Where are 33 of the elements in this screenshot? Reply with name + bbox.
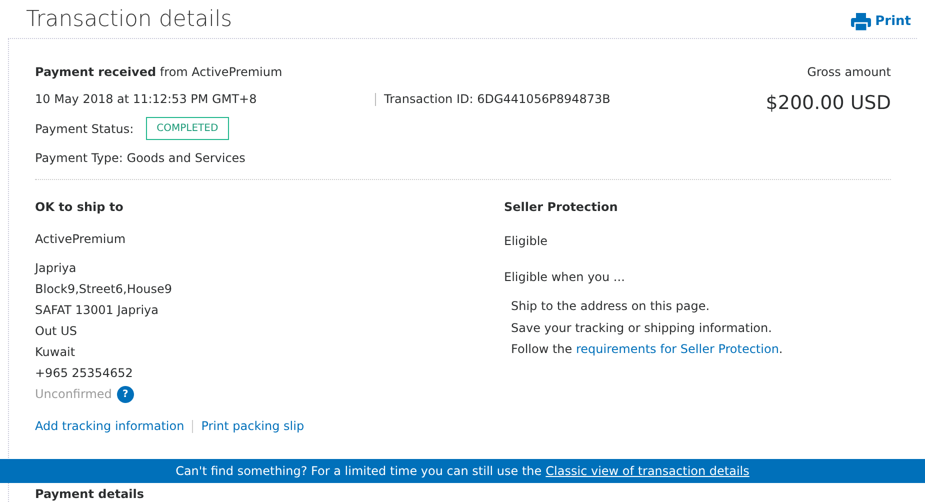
payment-headline: Payment received from ActivePremium xyxy=(35,64,284,81)
eligibility-condition: Follow the requirements for Seller Protection. xyxy=(511,341,784,358)
address-line: Block9,Street6,House9 xyxy=(35,281,174,298)
address-line: +965 25354652 xyxy=(35,365,134,382)
page-title: Transaction details xyxy=(26,6,232,34)
ship-to-heading: OK to ship to xyxy=(35,199,124,216)
classic-view-link[interactable]: Classic view of transaction details xyxy=(546,462,750,480)
address-line: Out US xyxy=(35,323,78,340)
print-button[interactable]: Print xyxy=(851,12,911,32)
section-heading: Payment details xyxy=(35,487,144,501)
eligibility-intro: Eligible when you ... xyxy=(504,269,626,286)
address-line: Kuwait xyxy=(35,344,76,361)
payment-date: 10 May 2018 at 11:12:53 PM GMT+8 xyxy=(35,91,258,108)
payment-type: Payment Type: Goods and Services xyxy=(35,150,246,167)
banner-text: Can't find something? For a limited time you can still use the xyxy=(176,463,542,480)
seller-protection-status: Eligible xyxy=(504,233,549,250)
transaction-id: Transaction ID: 6DG441056P894873B xyxy=(384,91,610,108)
seller-protection-heading: Seller Protection xyxy=(504,199,619,216)
status-badge: COMPLETED xyxy=(146,117,230,140)
confirmation-status: Unconfirmed xyxy=(35,386,112,403)
printer-icon xyxy=(851,13,872,31)
status-label: Payment Status: xyxy=(35,120,134,138)
action-link[interactable]: Print packing slip xyxy=(201,417,304,435)
eligibility-condition: Ship to the address on this page. xyxy=(511,298,711,315)
address-line: Japriya xyxy=(35,260,78,277)
gross-amount-label: Gross amount xyxy=(807,64,891,81)
eligibility-condition: Save your tracking or shipping information. xyxy=(511,320,773,336)
action-link[interactable]: Add tracking information xyxy=(35,417,184,435)
gross-amount: $200.00 USD xyxy=(766,91,891,116)
requirements-link[interactable]: requirements for Seller Protection xyxy=(576,342,779,356)
address-line: SAFAT 13001 Japriya xyxy=(35,302,160,319)
help-icon[interactable]: ? xyxy=(116,386,134,403)
ship-to-name: ActivePremium xyxy=(35,231,127,248)
